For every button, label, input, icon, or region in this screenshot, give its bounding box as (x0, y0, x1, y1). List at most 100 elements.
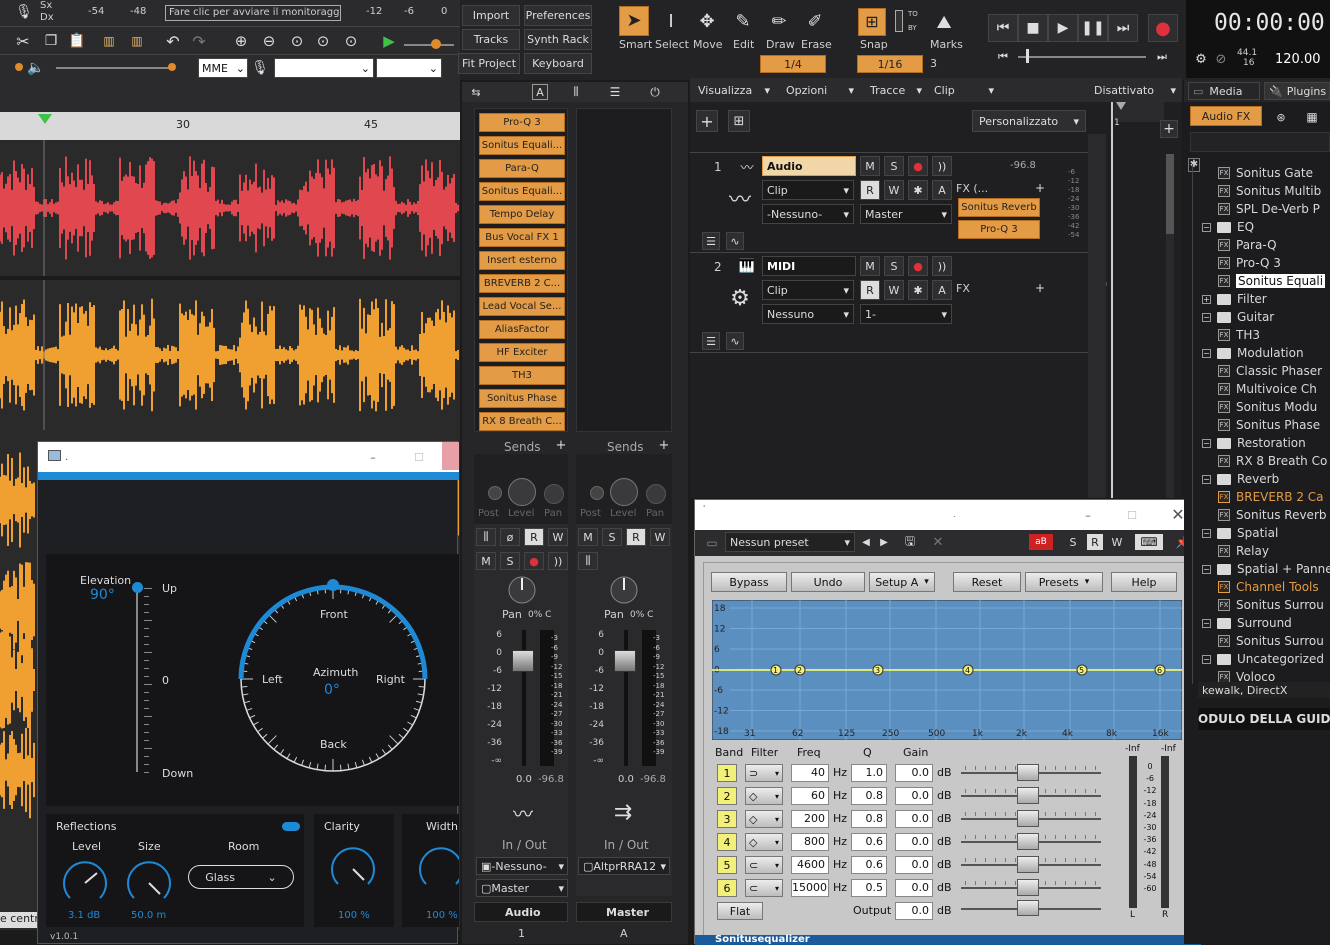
fx-bin-item[interactable]: Insert esterno (479, 251, 565, 270)
fit-project-button[interactable]: Fit Project (458, 53, 520, 74)
trackview-menu[interactable]: Disattivato ▾ (1090, 80, 1180, 100)
browser-plugin[interactable]: FX Classic Phaser (1218, 362, 1322, 380)
solo-button[interactable]: S (602, 528, 622, 546)
fx-bin-2[interactable] (576, 108, 672, 432)
browser-folder[interactable]: − Guitar (1202, 308, 1274, 326)
play-at-speed-icon[interactable]: ▶ (378, 30, 400, 52)
post-toggle[interactable] (590, 486, 604, 500)
fx-bin-item[interactable]: Pro-Q 3 (479, 113, 565, 132)
copy-icon[interactable]: ❐ (40, 30, 62, 52)
eq-toolbar-button[interactable]: Reset (953, 572, 1021, 592)
zoom-in-icon[interactable]: ⊕ (230, 30, 252, 52)
fx-bin-header[interactable]: FX (956, 282, 970, 295)
size-knob[interactable] (124, 858, 174, 908)
select-tool-icon[interactable]: I (657, 6, 685, 36)
level-knob[interactable] (60, 858, 110, 908)
browser-plugin[interactable]: FX Sonitus Phase (1218, 416, 1320, 434)
browser-plugin[interactable]: FX Pro-Q 3 (1218, 254, 1281, 272)
fast-forward-icon[interactable]: ⏭ (1108, 14, 1138, 42)
track-template-icon[interactable]: ⊞ (728, 110, 750, 132)
fx-bin-item[interactable]: AliasFactor (479, 320, 565, 339)
q-field[interactable]: 0.6 (851, 856, 887, 874)
track-menu-icon[interactable]: ☰ (702, 232, 720, 250)
time-display[interactable]: 00:00:00 (1214, 10, 1325, 36)
zoom-add-icon[interactable]: + (1160, 120, 1178, 138)
output-select[interactable]: ▢ AltprRRA12 ▾ (578, 857, 670, 875)
paste-icon[interactable]: 📋 (66, 30, 88, 52)
browser-folder[interactable]: − Restoration (1202, 434, 1306, 452)
redo-icon[interactable]: ↷ (188, 30, 210, 52)
minimize-icon[interactable]: – (1079, 506, 1097, 524)
azimuth-dial[interactable] (228, 574, 438, 784)
strip-name[interactable]: Audio (505, 906, 541, 919)
track-fx-item[interactable]: Sonitus Reverb (958, 198, 1040, 217)
q-field[interactable]: 0.6 (851, 833, 887, 851)
add-fx-icon[interactable]: + (1034, 281, 1046, 295)
send-pan-knob[interactable] (646, 484, 666, 504)
q-field[interactable]: 0.8 (851, 787, 887, 805)
monitor-hint[interactable]: Fare clic per avviare il monitoraggio (165, 5, 341, 21)
tab-media[interactable]: ▭ Media (1188, 82, 1260, 100)
speed-slider-thumb[interactable] (431, 39, 441, 49)
fx-bin-item[interactable]: TH3 (479, 366, 565, 385)
zoom-out-icon[interactable]: ⊖ (258, 30, 280, 52)
write-button[interactable]: W (884, 280, 904, 300)
q-field[interactable]: 0.5 (851, 879, 887, 897)
freq-field[interactable]: 800 (791, 833, 829, 851)
browser-plugin[interactable]: FX SPL De-Verb P (1218, 200, 1320, 218)
gain-field[interactable]: 0.0 (895, 833, 933, 851)
audio-track-red[interactable] (0, 140, 460, 276)
read-button[interactable]: R (524, 528, 544, 546)
channel-meter-icon[interactable]: ⫼ (476, 528, 496, 546)
automation-button[interactable]: A (932, 280, 952, 300)
loop-end-icon[interactable]: ⏭ (1153, 50, 1171, 64)
minimize-icon[interactable]: – (364, 448, 382, 466)
stop-icon[interactable]: ■ (1018, 14, 1048, 42)
fx-bin-1[interactable]: Pro-Q 3 Sonitus Equali... Para-Q Sonitus Eq… (474, 108, 568, 432)
trim-icon[interactable]: ▥ (96, 30, 122, 52)
gain-field[interactable]: 0.0 (895, 879, 933, 897)
freq-field[interactable]: 40 (791, 764, 829, 782)
automation-button[interactable]: A (932, 180, 952, 200)
plugin-menu-icon[interactable]: ▭ (703, 534, 721, 552)
read-button[interactable]: R (860, 280, 880, 300)
tab-plugins[interactable]: 🔌 Plugins (1264, 82, 1330, 100)
output-slider-thumb[interactable] (1017, 900, 1039, 916)
eq-toolbar-button[interactable]: Undo (791, 572, 865, 592)
grid-select[interactable]: 1/4 (760, 55, 826, 73)
tracks-button[interactable]: Tracks (462, 29, 520, 50)
cut-icon[interactable]: ✂ (12, 30, 34, 52)
browser-plugin[interactable]: FX Para-Q (1218, 236, 1277, 254)
write-button[interactable]: W (884, 180, 904, 200)
fx-chain-icon[interactable]: ⊛ (1270, 108, 1292, 126)
text-icon[interactable]: A (532, 84, 548, 100)
zoom-toggle-icon[interactable]: ⊙ (340, 30, 362, 52)
read-button[interactable]: R (860, 180, 880, 200)
read-button[interactable]: R (626, 528, 646, 546)
flat-button[interactable]: Flat (717, 902, 763, 920)
freq-field[interactable]: 60 (791, 787, 829, 805)
preset-select[interactable]: Nessun preset ▾ (725, 532, 855, 552)
trackview-menu[interactable]: Visualizza ▾ (694, 80, 774, 100)
audio-track-orange[interactable] (0, 280, 460, 430)
filter-type-select[interactable]: ⊂ ▾ (745, 856, 783, 874)
browser-folder[interactable]: − Modulation (1202, 344, 1304, 362)
now-time-slider[interactable] (1018, 56, 1146, 58)
gain-field[interactable]: 0.0 (895, 856, 933, 874)
power-icon[interactable]: ⏻ (647, 84, 663, 100)
fx-bin-item[interactable]: Para-Q (479, 159, 565, 178)
erase-tool-icon[interactable]: ✐ (801, 6, 829, 36)
trackview-menu[interactable]: Tracce ▾ (866, 80, 926, 100)
output-select[interactable]: Master ▾ (860, 204, 952, 224)
fx-bin-item[interactable]: Bus Vocal FX 1 (479, 228, 565, 247)
band-enable-button[interactable]: 5 (717, 856, 737, 874)
record-icon[interactable]: ● (1148, 14, 1178, 42)
browser-folder[interactable]: − Reverb (1202, 470, 1279, 488)
mute-button[interactable]: M (860, 156, 880, 176)
gain-slider-thumb[interactable] (1017, 810, 1039, 827)
gain-slider-thumb[interactable] (1017, 879, 1039, 896)
read-r-icon[interactable]: R (1087, 534, 1103, 550)
collapse-icon[interactable]: ⇆ (468, 84, 484, 100)
browser-plugin[interactable]: FX Sonitus Surrou (1218, 632, 1324, 650)
band-enable-button[interactable]: 4 (717, 833, 737, 851)
